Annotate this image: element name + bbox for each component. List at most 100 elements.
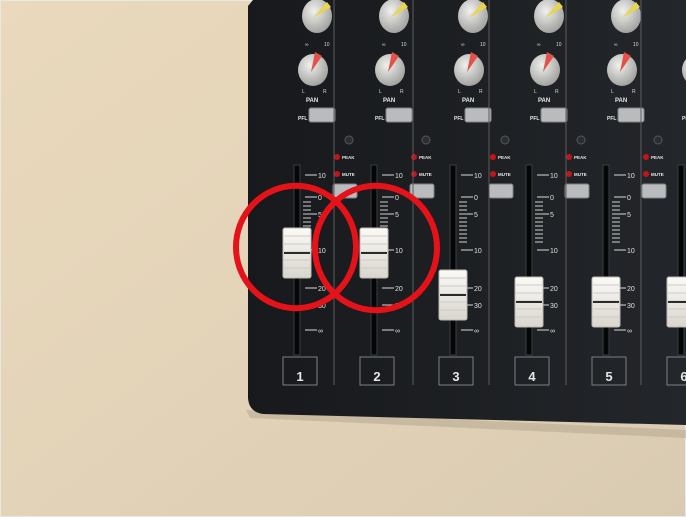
peak-led <box>411 154 417 160</box>
scale-label: 20 <box>395 286 403 293</box>
screw <box>421 135 431 145</box>
scale-label: 20 <box>550 286 558 293</box>
fader-cap-5 <box>591 276 621 328</box>
knob-max-label: 10 <box>633 42 639 48</box>
pan-knob <box>298 54 328 86</box>
knob-max-label: 10 <box>324 42 330 48</box>
pfl-label: PFL <box>454 116 463 122</box>
channel-number: 5 <box>605 369 612 384</box>
pfl-label: PFL <box>298 116 307 122</box>
pfl-button <box>308 107 336 123</box>
pfl-button <box>385 107 413 123</box>
scale-label: 10 <box>318 173 326 180</box>
scale-label: ∞ <box>318 328 323 335</box>
screw <box>653 135 663 145</box>
scale-label: 10 <box>550 173 558 180</box>
scale-label: 0 <box>395 195 399 202</box>
fader-cap-6 <box>666 276 686 328</box>
screw <box>576 135 586 145</box>
scale-label: 10 <box>474 173 482 180</box>
mute-led <box>334 171 340 177</box>
pan-r-label: R <box>400 89 404 95</box>
mute-label: MUTE <box>419 172 432 177</box>
scale-label: 5 <box>395 212 399 219</box>
fader-cap-4 <box>514 276 544 328</box>
scale-label: 10 <box>474 248 482 255</box>
mute-led <box>566 171 572 177</box>
mute-button <box>641 183 667 199</box>
screw <box>344 135 354 145</box>
mute-button <box>488 183 514 199</box>
scale-label: 10 <box>395 248 403 255</box>
mute-led <box>490 171 496 177</box>
scale-label: 20 <box>474 286 482 293</box>
pan-knob <box>530 54 560 86</box>
pan-label: PAN <box>306 98 318 104</box>
pan-r-label: R <box>555 89 559 95</box>
fader-cap-3 <box>438 269 468 321</box>
peak-label: PEAK <box>498 155 511 160</box>
pan-label: PAN <box>615 98 627 104</box>
scale-label: 30 <box>627 303 635 310</box>
channel-number: 4 <box>528 369 536 384</box>
knob-min-label: ∞ <box>537 42 541 48</box>
scale-label: 10 <box>395 173 403 180</box>
pfl-button <box>464 107 492 123</box>
scale-label: 0 <box>550 195 554 202</box>
fader-slot <box>449 164 457 356</box>
scale-label: 10 <box>318 248 326 255</box>
pfl-button <box>540 107 568 123</box>
channel-number: 2 <box>373 369 380 384</box>
scale-label: 30 <box>474 303 482 310</box>
peak-led <box>490 154 496 160</box>
pan-l-label: L <box>611 89 614 95</box>
fader-cap-2 <box>359 227 389 279</box>
pan-r-label: R <box>323 89 327 95</box>
pan-r-label: R <box>479 89 483 95</box>
knob-max-label: 10 <box>556 42 562 48</box>
scale-label: 10 <box>627 248 635 255</box>
knob-min-label: ∞ <box>305 42 309 48</box>
scale-label: 10 <box>550 248 558 255</box>
pfl-button <box>617 107 645 123</box>
channel-number: 1 <box>296 369 303 384</box>
pfl-label: PFL <box>375 116 384 122</box>
pan-label: PAN <box>383 98 395 104</box>
knob-max-label: 10 <box>401 42 407 48</box>
scale-label: 30 <box>550 303 558 310</box>
channel-number: 3 <box>452 369 459 384</box>
scale-label: ∞ <box>395 328 400 335</box>
knob-min-label: ∞ <box>461 42 465 48</box>
pan-l-label: L <box>379 89 382 95</box>
scale-label: 0 <box>627 195 631 202</box>
peak-led <box>334 154 340 160</box>
peak-label: PEAK <box>651 155 664 160</box>
mute-led <box>411 171 417 177</box>
knob-min-label: ∞ <box>614 42 618 48</box>
scale-label: 20 <box>627 286 635 293</box>
knob-max-label: 10 <box>480 42 486 48</box>
mixer-photo: ∞ 10L RPANPFLPEAKMUTE1005102030∞1∞ 10L RPANP… <box>0 0 686 517</box>
pan-label: PAN <box>462 98 474 104</box>
pfl-label: PFL <box>530 116 539 122</box>
pan-knob <box>454 54 484 86</box>
scale-label: 0 <box>318 195 322 202</box>
pan-l-label: L <box>458 89 461 95</box>
pan-knob <box>607 54 637 86</box>
peak-label: PEAK <box>342 155 355 160</box>
fader-cap-1 <box>282 227 312 279</box>
knob-min-label: ∞ <box>382 42 386 48</box>
mute-label: MUTE <box>574 172 587 177</box>
scale-label: 5 <box>550 212 554 219</box>
mute-button <box>564 183 590 199</box>
screw <box>500 135 510 145</box>
mute-led <box>643 171 649 177</box>
pan-l-label: L <box>534 89 537 95</box>
pan-knob <box>375 54 405 86</box>
channel-number: 6 <box>680 369 686 384</box>
pan-l-label: L <box>302 89 305 95</box>
mute-label: MUTE <box>342 172 355 177</box>
pfl-label: PFL <box>607 116 616 122</box>
scale-label: 0 <box>474 195 478 202</box>
scale-label: ∞ <box>550 328 555 335</box>
